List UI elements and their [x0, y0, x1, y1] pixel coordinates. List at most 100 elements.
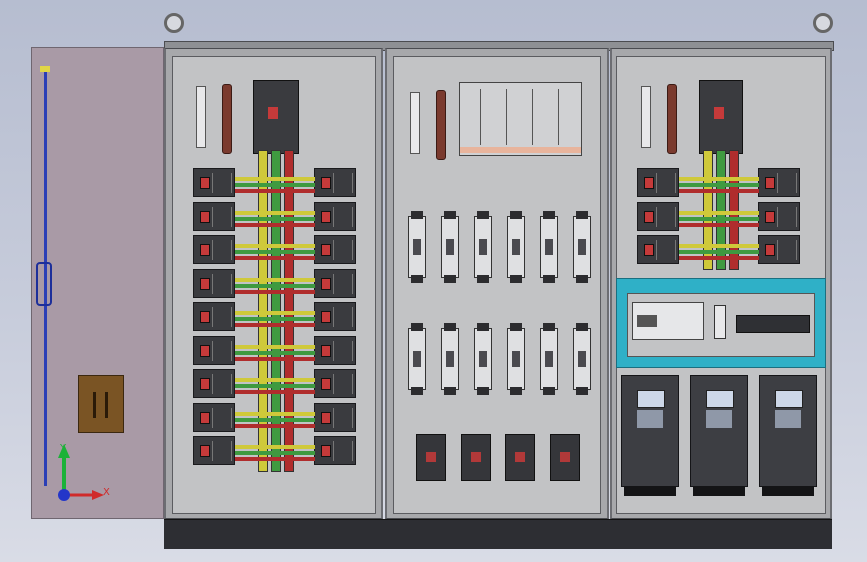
breaker-left [637, 168, 679, 197]
contactor [505, 434, 535, 481]
door-latch-top [40, 66, 50, 72]
bus-strap-red [235, 256, 315, 260]
bus-strap-yellow [679, 210, 759, 215]
fuse-holder [507, 323, 525, 395]
fuse-holder [441, 211, 459, 283]
breaker-right [758, 168, 800, 197]
bus-strap-green [235, 317, 315, 321]
breaker-right [314, 268, 356, 298]
fuse-holder [573, 323, 591, 395]
breaker-left [193, 402, 235, 432]
door-switch-box [78, 375, 124, 433]
main-breaker [253, 80, 299, 154]
bus-strap-yellow [679, 177, 759, 181]
bus-strap-yellow [235, 311, 315, 315]
fuse-holder [474, 323, 492, 395]
lifting-eye-right-icon [813, 13, 833, 33]
bus-strap-green [235, 417, 315, 422]
plc-unit [632, 302, 704, 340]
breaker-left [193, 268, 235, 298]
vfd-drive [690, 375, 748, 496]
bus-strap-yellow [235, 244, 315, 248]
cad-viewport[interactable]: X Y [0, 0, 867, 562]
bus-strap-yellow [235, 177, 315, 181]
bus-strap-yellow [235, 445, 315, 449]
bus-strap-red [235, 323, 315, 327]
main-breaker [699, 80, 743, 154]
axis-y-label: Y [60, 443, 67, 454]
bus-strap-red [679, 256, 759, 260]
breaker-right [314, 168, 356, 197]
cable-duct-unit [459, 82, 582, 156]
breaker-right [314, 335, 356, 365]
plc-module [714, 305, 726, 339]
breaker-left [193, 302, 235, 331]
bus-strap-red [235, 356, 315, 361]
fuse-holder [540, 323, 558, 395]
terminal-strip [410, 92, 420, 154]
contactor [460, 434, 491, 481]
fuse-holder [507, 211, 525, 283]
bus-strap-green [679, 183, 759, 187]
bus-strap-green [235, 250, 315, 254]
contactor [416, 434, 446, 481]
breaker-left [193, 436, 235, 465]
vfd-drive [621, 375, 679, 496]
bus-strap-red [679, 189, 759, 193]
breaker-right [314, 436, 356, 465]
fuse-holder [441, 323, 459, 395]
bus-strap-red [235, 189, 315, 193]
bus-strap-green [235, 183, 315, 187]
bus-strap-red [679, 222, 759, 227]
bus-strap-red [235, 289, 315, 294]
breaker-left [193, 201, 235, 231]
bus-strap-green [679, 250, 759, 254]
breaker-left [637, 235, 679, 264]
door-handle [36, 262, 52, 306]
ground-bar [436, 90, 446, 160]
ground-bar [222, 84, 232, 154]
fuse-holder [474, 211, 492, 283]
axis-x-label: X [103, 487, 110, 498]
bus-strap-yellow [235, 210, 315, 215]
breaker-left [193, 335, 235, 365]
bus-strap-red [235, 457, 315, 461]
lifting-eye-left-icon [164, 13, 184, 33]
enclosure-base [164, 519, 832, 549]
ground-bar [667, 84, 677, 154]
terminal-strip [196, 86, 206, 148]
breaker-right [314, 402, 356, 432]
breaker-left [193, 369, 235, 398]
terminal-block-row [736, 315, 810, 333]
breaker-right [314, 235, 356, 264]
bus-strap-green [235, 350, 315, 355]
contactor [549, 434, 580, 481]
breaker-left [637, 201, 679, 231]
bus-strap-red [235, 423, 315, 428]
fuse-holder [408, 211, 426, 283]
breaker-right [314, 302, 356, 331]
bus-strap-green [235, 216, 315, 221]
breaker-left [193, 168, 235, 197]
bus-strap-red [235, 222, 315, 227]
bus-strap-yellow [235, 411, 315, 416]
breaker-right [314, 201, 356, 231]
breaker-left [193, 235, 235, 264]
fuse-holder [408, 323, 426, 395]
bus-strap-green [679, 216, 759, 221]
breaker-right [314, 369, 356, 398]
bus-strap-yellow [679, 244, 759, 248]
bus-strap-red [235, 390, 315, 394]
fuse-holder [540, 211, 558, 283]
breaker-right [758, 235, 800, 264]
bus-strap-green [235, 451, 315, 455]
vfd-drive [759, 375, 817, 496]
bus-strap-yellow [235, 378, 315, 382]
terminal-strip [641, 86, 651, 148]
fuse-holder [573, 211, 591, 283]
bus-strap-yellow [235, 277, 315, 282]
bus-strap-green [235, 283, 315, 288]
bus-strap-green [235, 384, 315, 388]
bus-strap-yellow [235, 344, 315, 349]
breaker-right [758, 201, 800, 231]
